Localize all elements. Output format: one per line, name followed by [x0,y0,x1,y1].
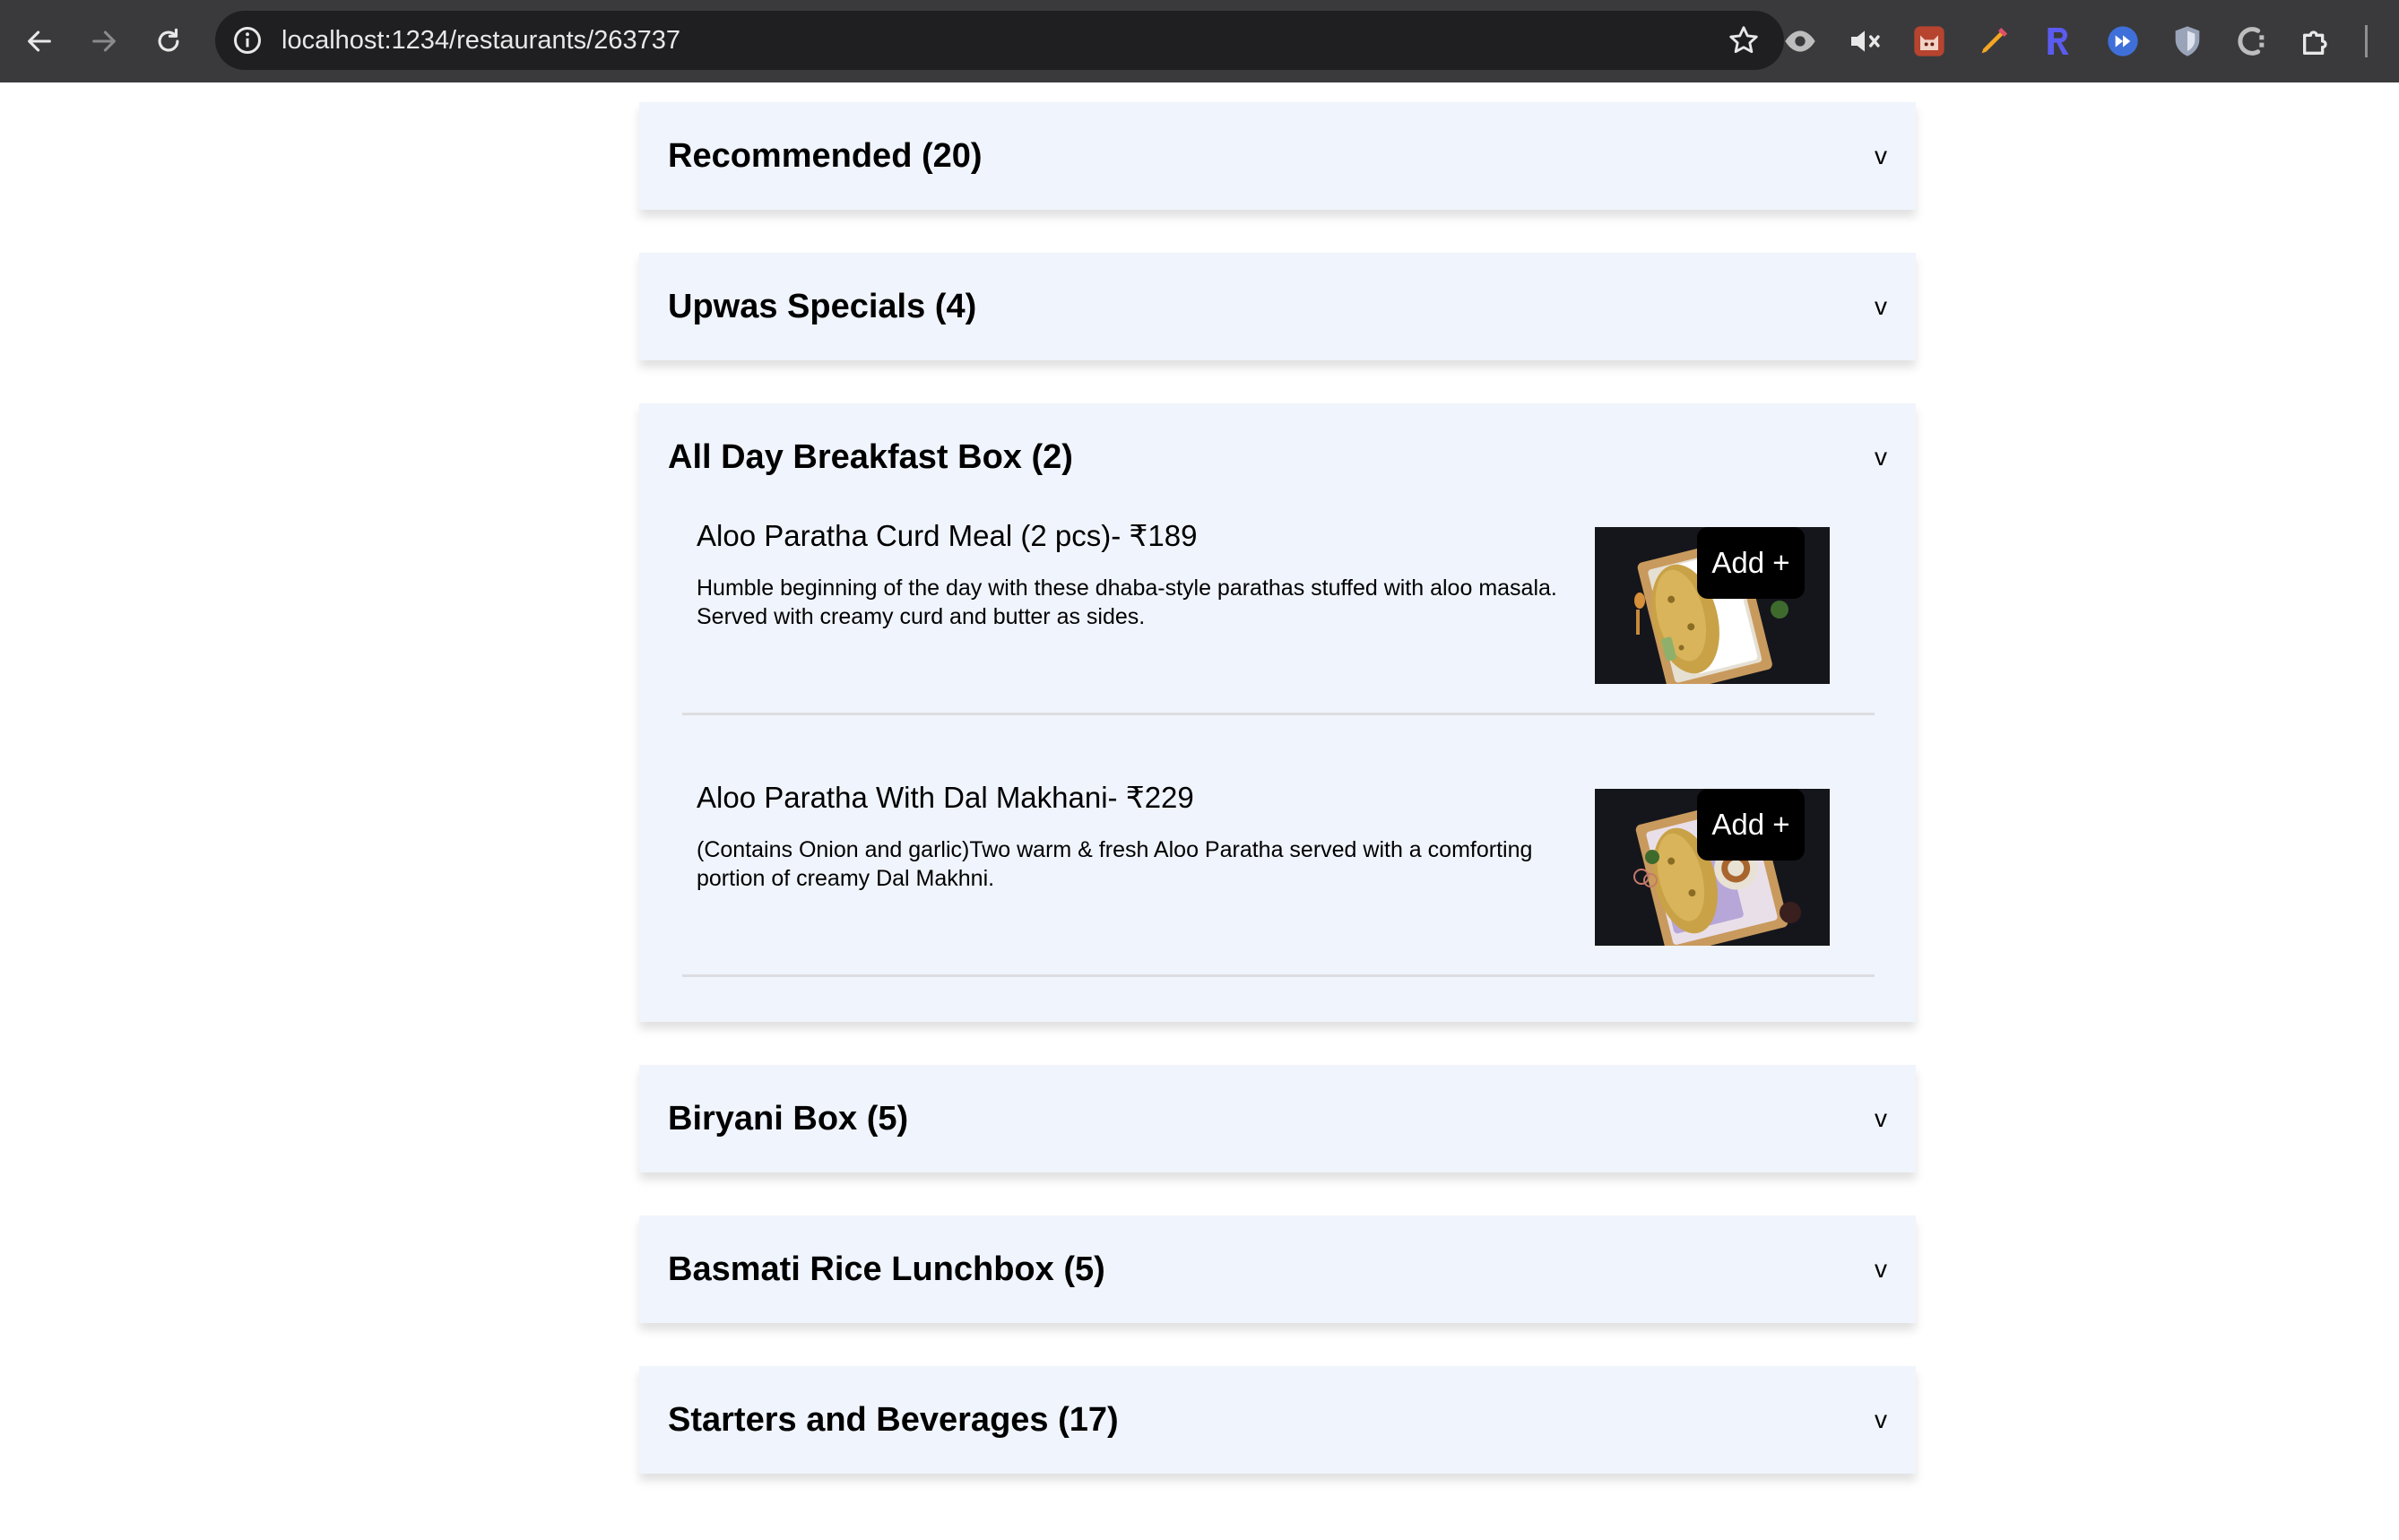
menu-item: Aloo Paratha Curd Meal (2 pcs)- ₹189 Hum… [682,511,1875,715]
url-text[interactable]: localhost:1234/restaurants/263737 [281,11,680,70]
category-header[interactable]: Recommended (20) v [639,102,1916,210]
bookmark-star-icon[interactable] [1727,23,1761,57]
category-basmati-rice-lunchbox: Basmati Rice Lunchbox (5) v [639,1216,1916,1323]
browser-toolbar: localhost:1234/restaurants/263737 [0,0,2399,82]
chevron-down-icon[interactable]: v [1875,253,1887,360]
chevron-down-icon[interactable]: v [1875,403,1887,511]
item-name-price: Aloo Paratha With Dal Makhani- ₹229 [697,781,1194,814]
add-to-cart-button[interactable]: Add + [1697,789,1805,861]
puzzle-extensions-icon[interactable] [2297,22,2336,61]
cat-extension-icon[interactable] [1910,22,1949,61]
category-title: Basmati Rice Lunchbox (5) [668,1250,1105,1288]
eye-extension-icon[interactable] [1780,22,1820,61]
category-upwas-specials: Upwas Specials (4) v [639,253,1916,360]
category-header[interactable]: Starters and Beverages (17) v [639,1366,1916,1474]
category-title: Starters and Beverages (17) [668,1401,1119,1439]
back-arrow-icon[interactable] [18,20,61,63]
category-title: Biryani Box (5) [668,1100,909,1138]
shield-extension-icon[interactable] [2168,22,2207,61]
category-title: Recommended (20) [668,137,983,175]
muted-speaker-icon[interactable] [1845,22,1884,61]
chevron-down-icon[interactable]: v [1875,1216,1887,1323]
category-header[interactable]: Biryani Box (5) v [639,1065,1916,1172]
pen-extension-icon[interactable] [1974,22,2014,61]
r-extension-icon[interactable] [2039,22,2078,61]
category-recommended: Recommended (20) v [639,102,1916,210]
site-info-icon[interactable] [231,24,264,56]
category-items: Aloo Paratha Curd Meal (2 pcs)- ₹189 Hum… [639,511,1916,1022]
category-biryani-box: Biryani Box (5) v [639,1065,1916,1172]
menu-item: Aloo Paratha With Dal Makhani- ₹229 (Con… [682,773,1875,977]
toolbar-divider [2365,25,2368,57]
category-all-day-breakfast-box: All Day Breakfast Box (2) v Aloo Paratha… [639,403,1916,1022]
item-description: (Contains Onion and garlic)Two warm & fr… [697,837,1533,891]
reload-icon[interactable] [147,20,190,63]
chevron-down-icon[interactable]: v [1875,1065,1887,1172]
address-bar[interactable]: localhost:1234/restaurants/263737 [215,11,1784,70]
category-title: All Day Breakfast Box (2) [668,438,1073,476]
c-extension-icon[interactable] [2232,22,2272,61]
forward-arrow-icon[interactable] [82,20,126,63]
item-name-price: Aloo Paratha Curd Meal (2 pcs)- ₹189 [697,519,1198,552]
chevron-down-icon[interactable]: v [1875,102,1887,210]
chevron-down-icon[interactable]: v [1875,1366,1887,1474]
category-header[interactable]: Upwas Specials (4) v [639,253,1916,360]
fast-forward-extension-icon[interactable] [2103,22,2143,61]
category-header[interactable]: Basmati Rice Lunchbox (5) v [639,1216,1916,1323]
category-starters-and-beverages: Starters and Beverages (17) v [639,1366,1916,1474]
item-description: Humble beginning of the day with these d… [697,575,1557,629]
category-title: Upwas Specials (4) [668,288,977,325]
add-to-cart-button[interactable]: Add + [1697,527,1805,599]
menu-accordion: Recommended (20) v Upwas Specials (4) v … [639,102,1916,1517]
category-header[interactable]: All Day Breakfast Box (2) v [639,403,1916,511]
